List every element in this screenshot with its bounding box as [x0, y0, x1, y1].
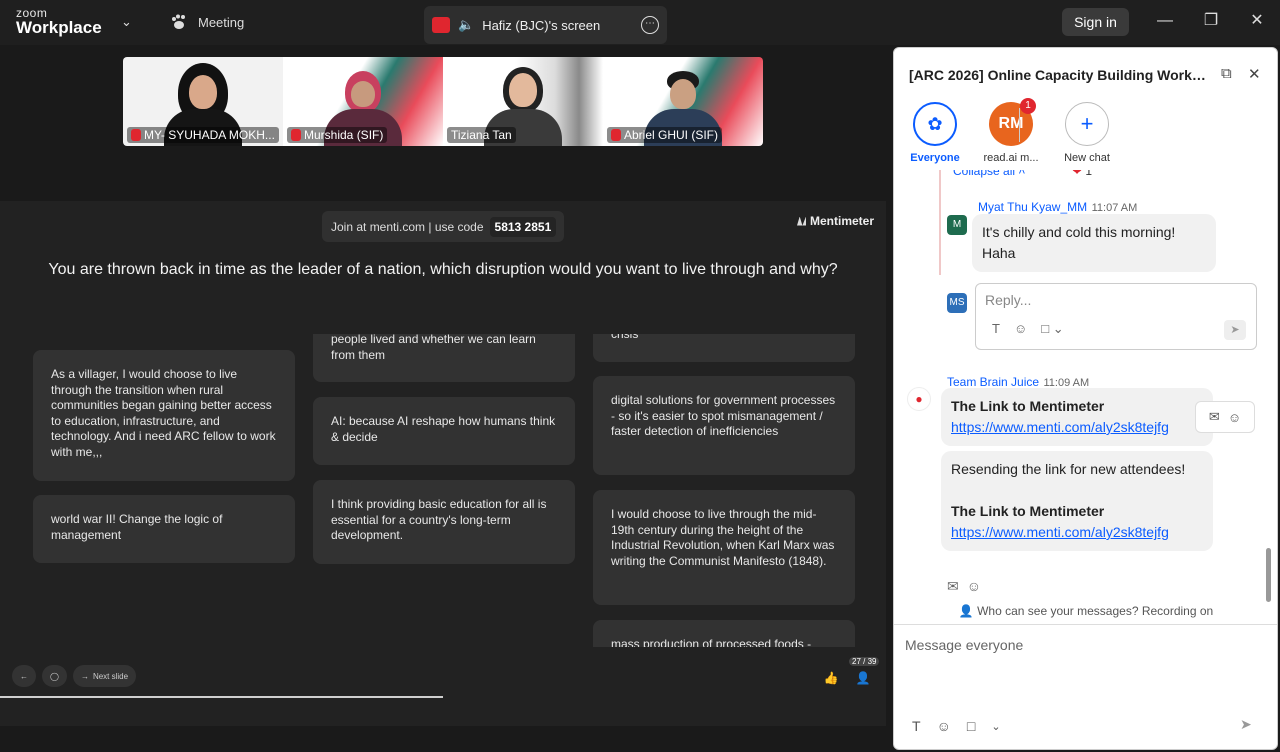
shared-slide: Join at menti.com | use code 5813 2851 M… [0, 201, 886, 726]
avatar: MS [947, 293, 967, 313]
send-icon[interactable]: ➤ [1240, 716, 1252, 733]
avatar: M [947, 215, 967, 235]
response-card: mass production of processed foods - [593, 620, 855, 647]
audience-icon[interactable]: 👤 [852, 667, 874, 689]
response-card: As a villager, I would choose to live th… [33, 350, 295, 481]
emoji-icon[interactable]: ☺ [937, 718, 951, 734]
mic-muted-icon [291, 129, 301, 141]
chat-scrollbar[interactable] [1266, 170, 1272, 604]
sign-in-button[interactable]: Sign in [1062, 8, 1129, 36]
add-reaction-icon[interactable]: ☺ [1228, 410, 1241, 425]
title-bar: zoom Workplace ⌄ Meeting 🔈 Hafiz (BJC)'s… [0, 0, 1280, 45]
response-card: I would choose to live through the mid-1… [593, 490, 855, 605]
message-input[interactable]: Message everyone [905, 637, 1023, 653]
participant-name: Abriel GHUI (SIF) [607, 127, 723, 143]
participant-tile[interactable]: Murshida (SIF) [283, 57, 443, 146]
screenshot-icon[interactable]: □ [967, 718, 975, 734]
meeting-stage: MY- SYUHADA MOKH... Murshida (SIF) Tizia… [0, 45, 893, 752]
response-card: world war II! Change the logic of manage… [33, 495, 295, 563]
chevron-down-icon[interactable]: ⌄ [121, 14, 132, 30]
unread-badge: 1 [1020, 98, 1036, 114]
response-card: I think providing basic education for al… [313, 480, 575, 564]
channel-everyone[interactable]: ✿ Everyone [902, 102, 968, 164]
lightbulb-icon[interactable]: ◯ [42, 665, 67, 687]
response-card: AI: because AI reshape how humans think … [313, 397, 575, 465]
share-screen-icon [432, 17, 450, 33]
reply-thread-icon[interactable]: ✉ [947, 578, 959, 595]
participant-name: Tiziana Tan [447, 127, 516, 143]
more-icon[interactable]: ⋯ [641, 16, 659, 34]
chat-message: It's chilly and cold this morning! Haha [972, 214, 1216, 272]
mentimeter-icon [797, 216, 806, 226]
screenshot-icon[interactable]: □ ⌄ [1041, 321, 1063, 337]
reply-icon[interactable]: ✉ [1209, 409, 1220, 425]
chat-message: The Link to Mentimeter https://www.menti… [941, 388, 1213, 446]
response-card: digital solutions for government process… [593, 376, 855, 475]
paw-icon [172, 14, 185, 29]
restore-icon[interactable]: ❐ [1199, 10, 1223, 34]
meeting-menu[interactable]: Meeting [170, 14, 244, 30]
response-cards: As a villager, I would choose to live th… [0, 334, 886, 647]
join-code: 5813 2851 [489, 216, 557, 237]
mic-muted-icon [611, 129, 621, 141]
participant-tile-active-speaker[interactable]: Tiziana Tan [443, 57, 603, 146]
send-icon[interactable]: ➤ [1224, 320, 1246, 340]
mic-muted-icon [131, 129, 141, 141]
participant-strip: MY- SYUHADA MOKH... Murshida (SIF) Tizia… [123, 57, 763, 146]
chevron-down-icon[interactable]: ⌄ [991, 720, 1000, 733]
who-can-see-notice[interactable]: 👤 Who can see your messages? Recording o… [894, 604, 1277, 618]
participant-name: MY- SYUHADA MOKH... [127, 127, 279, 143]
add-reaction-icon[interactable]: ☺ [967, 578, 981, 595]
minimize-icon[interactable]: — [1153, 10, 1177, 34]
audience-count: 27 / 39 [849, 657, 880, 666]
heart-icon: ❤ [1072, 170, 1083, 178]
channel-read-ai[interactable]: RM 1 read.ai m... [978, 98, 1044, 164]
next-slide-button[interactable]: → Next slide [72, 665, 137, 687]
avatar: ● [907, 387, 931, 411]
mentimeter-link[interactable]: https://www.menti.com/aly2sk8tejfg [951, 522, 1203, 543]
response-card: crisis [593, 334, 855, 362]
emoji-icon[interactable]: ☺ [1014, 321, 1027, 337]
text-format-icon[interactable]: T [912, 718, 921, 734]
slide-question: You are thrown back in time as the leade… [48, 261, 838, 278]
chat-channels: ✿ Everyone RM 1 read.ai m... + New chat [902, 98, 1120, 164]
chat-title: [ARC 2026] Online Capacity Building Work… [909, 67, 1209, 83]
close-icon[interactable]: ✕ [1248, 65, 1261, 83]
reply-box[interactable]: Reply... T ☺ □ ⌄ ➤ [975, 283, 1257, 350]
zoom-logo: zoom Workplace [16, 7, 102, 36]
meeting-label: Meeting [198, 14, 245, 30]
join-instructions: Join at menti.com | use code 5813 2851 [322, 211, 564, 242]
text-format-icon[interactable]: T [992, 321, 1000, 337]
user-lock-icon: 👤 [958, 604, 974, 618]
share-label: Hafiz (BJC)'s screen [482, 17, 601, 33]
reaction-heart[interactable]: ❤ 1 [1072, 170, 1092, 178]
plus-icon: + [1065, 102, 1109, 146]
speaker-icon[interactable]: 🔈 [458, 17, 474, 33]
message-actions: ✉ ☺ [1195, 401, 1255, 433]
screen-share-indicator[interactable]: 🔈 Hafiz (BJC)'s screen ⋯ [424, 6, 667, 44]
reply-input[interactable]: Reply... [985, 292, 1031, 308]
chat-panel: [ARC 2026] Online Capacity Building Work… [893, 47, 1278, 750]
response-card: people lived and whether we can learn fr… [313, 334, 575, 382]
slide-progress-bar [0, 696, 443, 698]
everyone-icon: ✿ [913, 102, 957, 146]
pop-out-icon[interactable]: ⧉ [1221, 65, 1232, 82]
collapse-all-button[interactable]: Collapse all ˄ [953, 170, 1025, 178]
arrow-right-icon: → [80, 671, 89, 681]
new-chat-button[interactable]: + New chat [1054, 102, 1120, 164]
composer-toolbar: T ☺ □ ⌄ [912, 718, 1001, 734]
close-window-icon[interactable]: ✕ [1245, 10, 1269, 34]
logo-bottom-text: Workplace [16, 18, 102, 37]
back-arrow-icon[interactable]: ← [12, 665, 36, 687]
participant-name: Murshida (SIF) [287, 127, 388, 143]
join-text: Join at menti.com | use code [331, 219, 484, 234]
chat-message: Resending the link for new attendees! Th… [941, 451, 1213, 551]
participant-tile[interactable]: Abriel GHUI (SIF) [603, 57, 763, 146]
chat-messages: Collapse all ˄ ❤ 1 M Myat Thu Kyaw_MM 11… [894, 170, 1266, 604]
mentimeter-logo: Mentimeter [797, 214, 874, 228]
slide-navigation: ← ◯ → Next slide [12, 665, 137, 687]
participant-tile[interactable]: MY- SYUHADA MOKH... [123, 57, 283, 146]
mentimeter-link[interactable]: https://www.menti.com/aly2sk8tejfg [951, 417, 1203, 438]
thumbs-up-icon[interactable]: 👍 [820, 667, 842, 689]
